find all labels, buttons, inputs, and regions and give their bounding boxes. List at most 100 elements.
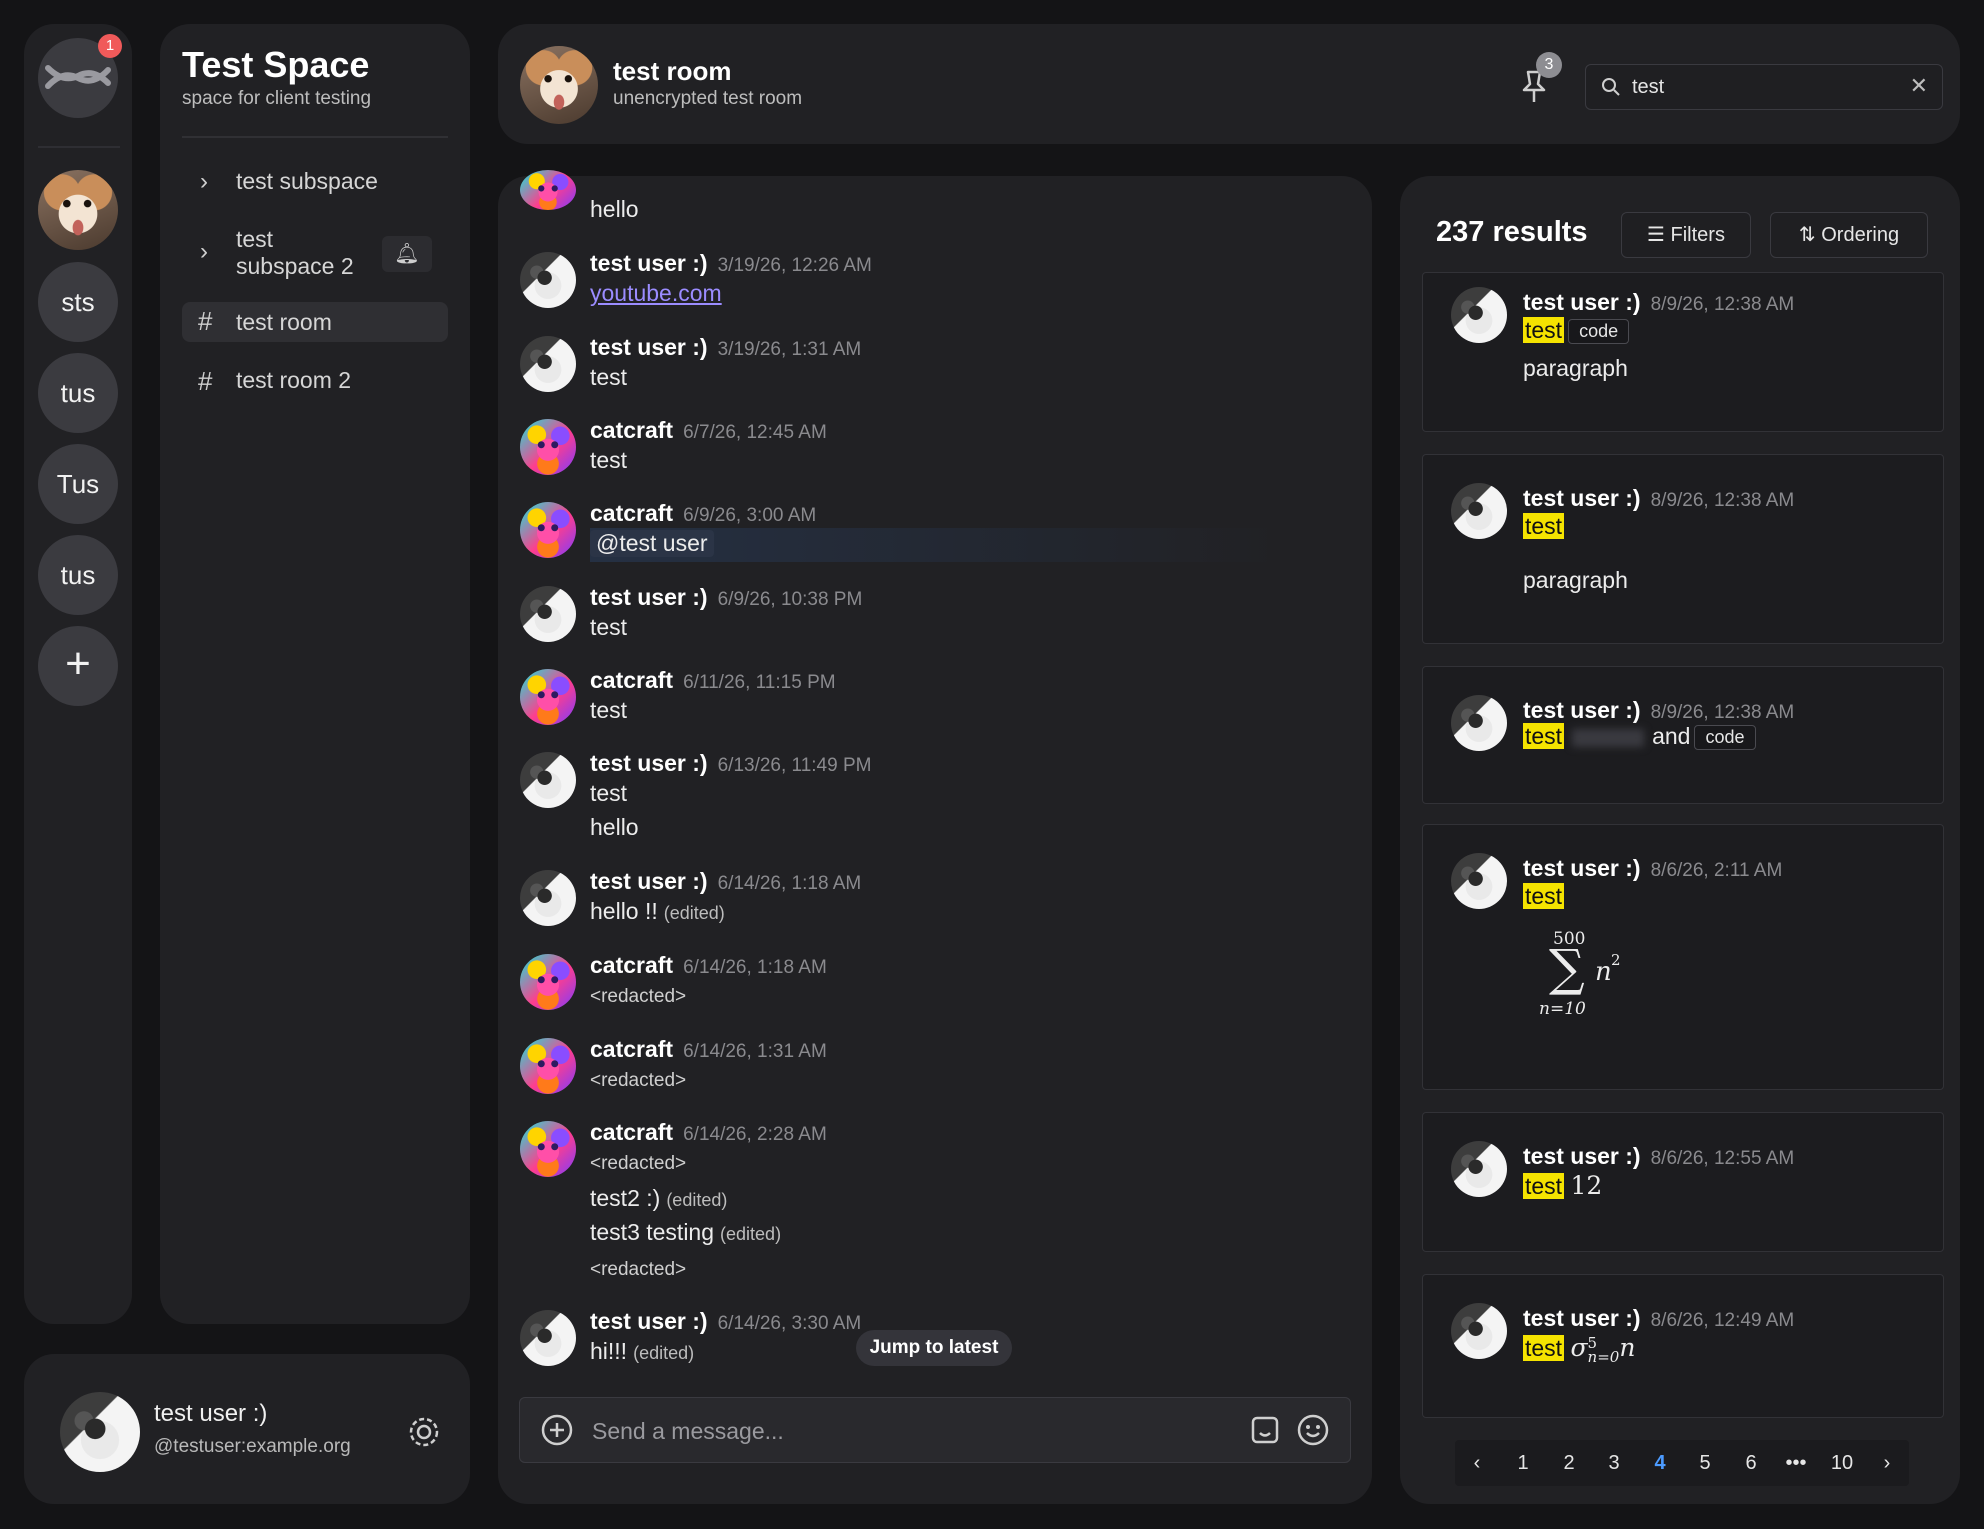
search-result-card[interactable]: test user :) 8/9/26, 12:38 AM test and code [1422, 666, 1944, 804]
result-sender: test user :) 8/6/26, 12:49 AM [1523, 1305, 1795, 1331]
page-4-current[interactable]: 4 [1640, 1440, 1680, 1486]
result-paragraph: paragraph [1523, 355, 1628, 381]
sender-name[interactable]: catcraft 6/7/26, 12:45 AM [590, 417, 827, 444]
sidebar-item-test-subspace[interactable]: › test subspace [182, 168, 448, 202]
edited-label: (edited) [633, 1343, 695, 1363]
filters-button[interactable]: ☰ Filters [1621, 212, 1751, 258]
search-highlight: test [1523, 317, 1565, 343]
search-field[interactable]: ✕ [1585, 64, 1943, 110]
user-avatar[interactable] [60, 1392, 140, 1472]
page-6[interactable]: 6 [1731, 1440, 1771, 1486]
message-input[interactable] [590, 1412, 1194, 1450]
message-avatar[interactable] [520, 954, 576, 1010]
math-summation: 500 ∑ n 2 n=10 [1539, 929, 1621, 1019]
sender-name[interactable]: catcraft 6/14/26, 2:28 AM [590, 1119, 827, 1146]
notification-badge: 1 [98, 34, 122, 58]
message-avatar[interactable] [520, 502, 576, 558]
settings-gear-icon[interactable] [404, 1412, 444, 1452]
result-avatar [1451, 695, 1507, 751]
redacted-message: <redacted> [590, 1153, 687, 1174]
space-button-tus-2[interactable]: tus [38, 535, 118, 615]
space-button-tus[interactable]: tus [38, 353, 118, 433]
message-body: test [590, 614, 628, 640]
room-avatar[interactable] [520, 46, 598, 124]
sender-name[interactable]: test user :) 6/14/26, 1:18 AM [590, 868, 861, 895]
page-1[interactable]: 1 [1503, 1440, 1543, 1486]
space-button-sts[interactable]: sts [38, 262, 118, 342]
message-avatar[interactable] [520, 586, 576, 642]
user-display-name: test user :) [154, 1400, 268, 1427]
sender-name[interactable]: test user :) 6/14/26, 3:30 AM [590, 1308, 861, 1335]
search-highlight: test [1523, 883, 1565, 909]
page-ellipsis[interactable]: ••• [1776, 1440, 1816, 1486]
math-sigma: σ 5 n=0 n [1570, 1333, 1636, 1366]
sidebar-item-test-room-2[interactable]: # test room 2 [182, 362, 448, 402]
message-avatar[interactable] [520, 1038, 576, 1094]
spoiler-blur[interactable] [1572, 728, 1645, 747]
message-avatar[interactable] [520, 419, 576, 475]
sticker-icon[interactable] [1248, 1413, 1282, 1447]
space-title: Test Space [182, 44, 370, 85]
page-2[interactable]: 2 [1549, 1440, 1589, 1486]
sender-name[interactable]: test user :) 6/13/26, 11:49 PM [590, 750, 871, 777]
sender-name[interactable]: catcraft 6/14/26, 1:31 AM [590, 1036, 827, 1063]
prev-page-icon[interactable]: ‹ [1457, 1440, 1497, 1486]
message-avatar[interactable] [520, 252, 576, 308]
result-avatar [1451, 287, 1507, 343]
search-highlight: test [1523, 723, 1565, 749]
add-attachment-icon[interactable] [540, 1413, 574, 1447]
message-avatar[interactable] [520, 170, 576, 210]
result-timestamp: 8/6/26, 2:11 AM [1650, 860, 1783, 881]
message-avatar[interactable] [520, 336, 576, 392]
message-timestamp: 6/14/26, 1:18 AM [717, 873, 862, 894]
message-timestamp: 6/7/26, 12:45 AM [683, 422, 827, 443]
message-avatar[interactable] [520, 669, 576, 725]
filters-icon: ☰ [1647, 224, 1665, 246]
search-result-card[interactable]: test user :) 8/9/26, 12:38 AM test code pa… [1422, 272, 1944, 432]
sender-name[interactable]: catcraft 6/11/26, 11:15 PM [590, 667, 836, 694]
notification-bell-icon[interactable]: 🔔︎ [382, 236, 432, 272]
message-composer [519, 1397, 1351, 1463]
message-body: test [590, 364, 628, 390]
next-page-icon[interactable]: › [1867, 1440, 1907, 1486]
mention-pill[interactable]: @test user [590, 530, 714, 557]
space-subtitle: space for client testing [182, 88, 372, 109]
result-timestamp: 8/6/26, 12:49 AM [1650, 1310, 1795, 1331]
add-space-button[interactable]: + [38, 626, 118, 706]
search-input[interactable] [1630, 71, 1904, 103]
sender-name[interactable]: catcraft 6/9/26, 3:00 AM [590, 500, 816, 527]
inline-code: code [1694, 725, 1756, 751]
space-button-Tus[interactable]: Tus [38, 444, 118, 524]
search-result-card[interactable]: test user :) 8/6/26, 2:11 AM test 500 ∑ n… [1422, 824, 1944, 1090]
search-result-card[interactable]: test user :) 8/6/26, 12:55 AM test 12 [1422, 1112, 1944, 1252]
sender-name[interactable]: test user :) 3/19/26, 12:26 AM [590, 250, 872, 277]
clear-search-icon[interactable]: ✕ [1910, 73, 1928, 99]
result-sender: test user :) 8/9/26, 12:38 AM [1523, 485, 1795, 511]
message-timestamp: 6/13/26, 11:49 PM [717, 755, 872, 776]
ordering-button[interactable]: ⇅ Ordering [1770, 212, 1928, 258]
search-result-card[interactable]: test user :) 8/9/26, 12:38 AM test paragr… [1422, 454, 1944, 644]
page-10[interactable]: 10 [1822, 1440, 1862, 1486]
message-avatar[interactable] [520, 1310, 576, 1366]
message-timestamp: 6/14/26, 1:18 AM [683, 957, 827, 978]
sidebar-item-test-subspace-2[interactable]: › test subspace 2 🔔︎ [182, 226, 448, 286]
sidebar-item-label-line2: subspace 2 [236, 253, 354, 279]
message-avatar[interactable] [520, 752, 576, 808]
sidebar-item-test-room[interactable]: # test room [182, 302, 448, 342]
result-line: test and code [1523, 723, 1756, 751]
message-avatar[interactable] [520, 870, 576, 926]
message-timestamp: 6/14/26, 3:30 AM [717, 1313, 862, 1334]
sender-name[interactable]: test user :) 6/9/26, 10:38 PM [590, 584, 862, 611]
page-3[interactable]: 3 [1594, 1440, 1634, 1486]
message-timestamp: 3/19/26, 12:26 AM [717, 255, 872, 276]
page-5[interactable]: 5 [1685, 1440, 1725, 1486]
message-avatar[interactable] [520, 1121, 576, 1177]
sender-name[interactable]: test user :) 3/19/26, 1:31 AM [590, 334, 861, 361]
emoji-icon[interactable] [1296, 1413, 1330, 1447]
message-link[interactable]: youtube.com [590, 280, 722, 307]
result-line: test code [1523, 317, 1630, 345]
jump-to-latest-button[interactable]: Jump to latest [856, 1330, 1012, 1366]
sender-name[interactable]: catcraft 6/14/26, 1:18 AM [590, 952, 827, 979]
search-result-card[interactable]: test user :) 8/6/26, 12:49 AM test σ 5 n=0 n [1422, 1274, 1944, 1418]
space-avatar-test-space[interactable] [38, 170, 118, 250]
